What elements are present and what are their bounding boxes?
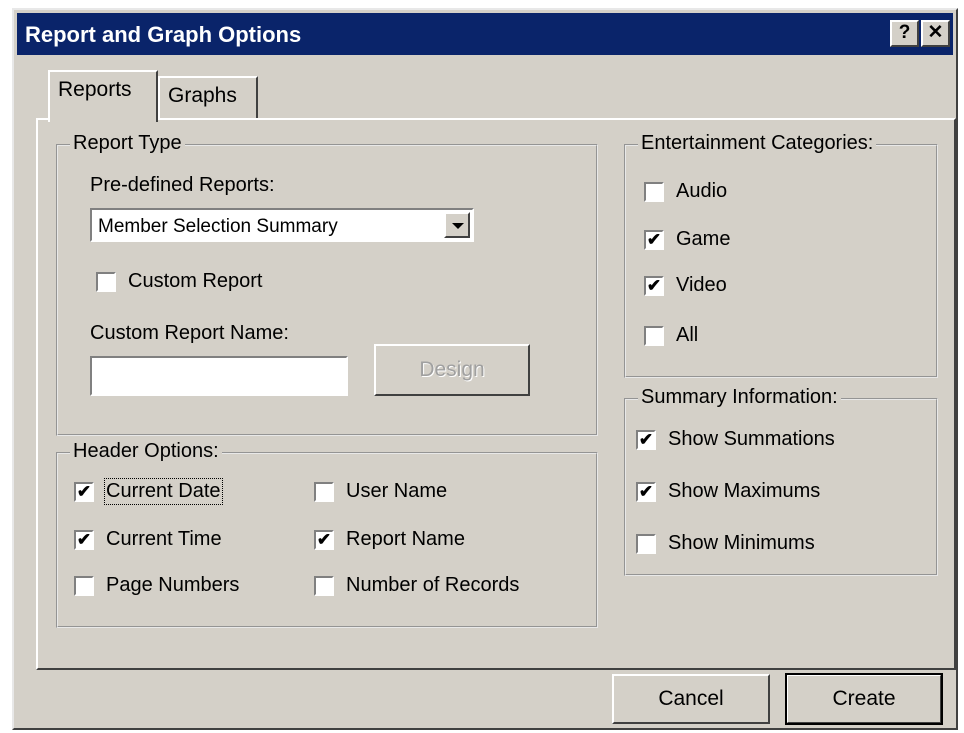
audio-checkbox[interactable]: Audio	[644, 180, 727, 203]
custom-report-box[interactable]	[96, 271, 116, 292]
current-time-box[interactable]: ✔	[74, 529, 94, 550]
video-checkbox[interactable]: ✔ Video	[644, 274, 727, 297]
show-minimums-label: Show Minimums	[668, 532, 815, 554]
entertainment-categories-group: Entertainment Categories: Audio ✔ Game ✔…	[624, 132, 938, 378]
predefined-reports-select[interactable]: Member Selection Summary	[90, 208, 474, 242]
cancel-button[interactable]: Cancel	[612, 674, 770, 724]
custom-report-name-label: Custom Report Name:	[90, 322, 289, 344]
report-name-label: Report Name	[346, 528, 465, 550]
chevron-down-icon[interactable]	[444, 212, 470, 238]
game-checkbox[interactable]: ✔ Game	[644, 228, 730, 251]
show-summations-label: Show Summations	[668, 428, 835, 450]
number-of-records-box[interactable]	[314, 575, 334, 596]
current-time-label: Current Time	[106, 528, 222, 550]
report-name-box[interactable]: ✔	[314, 529, 334, 550]
number-of-records-checkbox[interactable]: Number of Records	[314, 574, 519, 597]
audio-box[interactable]	[644, 181, 664, 202]
all-label: All	[676, 324, 699, 346]
predefined-reports-value: Member Selection Summary	[98, 216, 338, 237]
tab-graphs[interactable]: Graphs	[158, 76, 258, 120]
report-type-legend: Report Type	[70, 132, 185, 155]
all-box[interactable]	[644, 325, 664, 346]
show-minimums-checkbox[interactable]: Show Minimums	[636, 532, 815, 555]
all-checkbox[interactable]: All	[644, 324, 698, 347]
window-title: Report and Graph Options	[25, 22, 302, 47]
tab-reports[interactable]: Reports	[48, 70, 158, 122]
show-maximums-label: Show Maximums	[668, 480, 821, 502]
reports-tab-panel: Report Type Pre-defined Reports: Member …	[36, 118, 956, 670]
user-name-checkbox[interactable]: User Name	[314, 480, 447, 503]
current-date-label: Current Date	[104, 478, 223, 505]
user-name-box[interactable]	[314, 481, 334, 502]
create-button[interactable]: Create	[785, 673, 943, 725]
current-date-checkbox[interactable]: ✔ Current Date	[74, 478, 223, 505]
page-numbers-checkbox[interactable]: Page Numbers	[74, 574, 239, 597]
game-label: Game	[676, 228, 731, 250]
video-label: Video	[676, 274, 727, 296]
page-numbers-label: Page Numbers	[106, 574, 240, 596]
user-name-label: User Name	[346, 480, 448, 502]
show-maximums-box[interactable]: ✔	[636, 481, 656, 502]
audio-label: Audio	[676, 180, 728, 202]
tab-reports-label: Reports	[58, 78, 132, 101]
custom-report-checkbox[interactable]: Custom Report	[96, 270, 263, 293]
design-button[interactable]: Design	[374, 344, 530, 396]
header-options-group: Header Options: ✔ Current Date User Name…	[56, 440, 598, 628]
show-summations-box[interactable]: ✔	[636, 429, 656, 450]
show-maximums-checkbox[interactable]: ✔ Show Maximums	[636, 480, 820, 503]
number-of-records-label: Number of Records	[346, 574, 520, 596]
close-button[interactable]: ✕	[921, 20, 950, 47]
current-time-checkbox[interactable]: ✔ Current Time	[74, 528, 222, 551]
custom-report-label: Custom Report	[128, 270, 263, 292]
video-box[interactable]: ✔	[644, 275, 664, 296]
show-summations-checkbox[interactable]: ✔ Show Summations	[636, 428, 835, 451]
help-button[interactable]: ?	[890, 20, 919, 47]
show-minimums-box[interactable]	[636, 533, 656, 554]
report-name-checkbox[interactable]: ✔ Report Name	[314, 528, 465, 551]
custom-report-name-input[interactable]	[90, 356, 348, 396]
tab-graphs-label: Graphs	[168, 84, 237, 107]
report-graph-options-dialog: Report and Graph Options ? ✕ Reports Gra…	[12, 8, 958, 730]
title-bar[interactable]: Report and Graph Options ? ✕	[17, 13, 953, 55]
entertainment-categories-legend: Entertainment Categories:	[638, 132, 877, 155]
report-type-group: Report Type Pre-defined Reports: Member …	[56, 132, 598, 436]
predefined-reports-label: Pre-defined Reports:	[90, 174, 275, 196]
game-box[interactable]: ✔	[644, 229, 664, 250]
current-date-box[interactable]: ✔	[74, 481, 94, 502]
summary-information-legend: Summary Information:	[638, 386, 841, 409]
page-numbers-box[interactable]	[74, 575, 94, 596]
summary-information-group: Summary Information: ✔ Show Summations ✔…	[624, 386, 938, 576]
header-options-legend: Header Options:	[70, 440, 222, 463]
